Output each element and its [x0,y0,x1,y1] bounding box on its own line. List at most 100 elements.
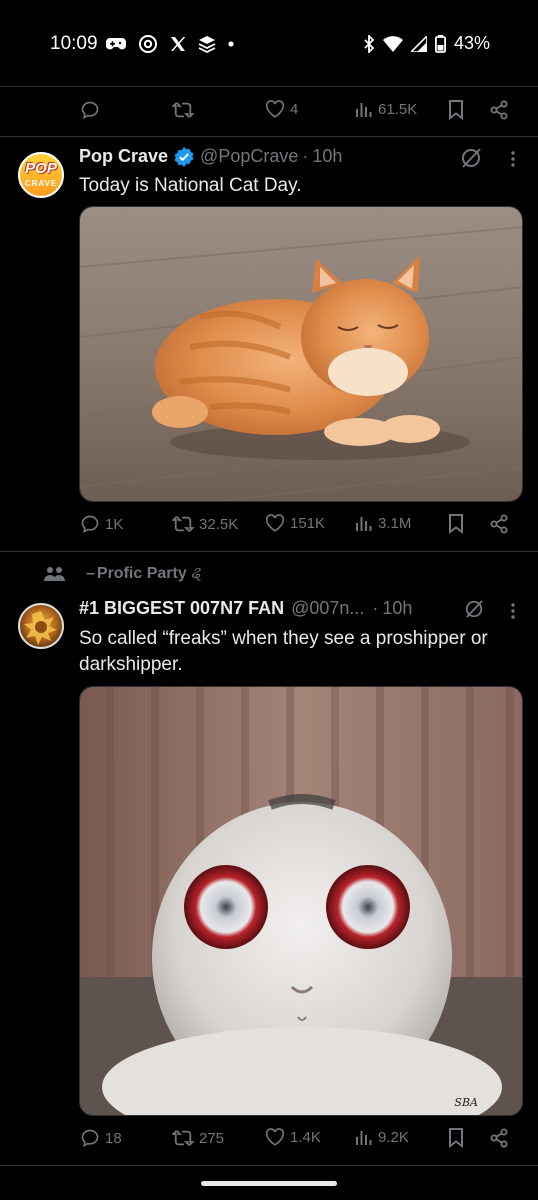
reply-count: 18 [105,1129,122,1147]
bookmark-button[interactable] [448,100,464,120]
divider [0,86,538,87]
grok-icon[interactable] [460,147,482,169]
avatar-007n7-fan[interactable] [18,603,64,649]
like-button[interactable]: 4 [265,100,298,118]
gamepad-icon [106,38,126,50]
repost-icon [172,516,194,532]
threads-icon [139,35,157,53]
previous-tweet-actions: 4 61.5K [0,94,538,130]
more-options-icon[interactable] [510,150,516,168]
like-button[interactable]: 151K [265,514,325,532]
tweet-media-cat-photo[interactable] [79,206,523,502]
bluetooth-icon [364,34,375,53]
reply-button[interactable]: 1K [80,514,123,534]
heart-icon [265,514,285,532]
bookmark-icon [449,100,463,120]
grok-icon[interactable] [464,599,484,619]
status-notification-icons [106,34,234,54]
white-cat-image [80,687,522,1115]
divider [0,551,538,552]
repost-icon [172,102,194,118]
avatar-logo-bottom: CRAVE [24,179,58,188]
repost-button[interactable] [172,100,194,120]
avatar-art-icon [24,611,57,645]
status-system-icons: 43% [363,33,490,54]
battery-icon [434,34,446,53]
avatar-pop-crave[interactable]: POP CRAVE [18,152,64,198]
tweet-actions: 18 275 1.4K 9.2K [0,1122,538,1158]
tweet-text: So called “freaks” when they see a prosh… [79,628,488,675]
views-icon [356,103,372,117]
image-signature: SBA [454,1096,478,1109]
views-icon [356,517,372,531]
reply-count: 1K [105,515,124,533]
reply-icon [81,515,99,534]
views-count: 3.1M [378,514,412,532]
status-bar: 10:09 43% [0,0,538,86]
views-count: 61.5K [378,100,418,118]
tweet-media-white-cat-photo[interactable]: SBA [79,686,523,1116]
signal-icon [410,35,427,52]
views-button[interactable]: 61.5K [355,100,417,118]
app-icon [198,36,216,53]
like-count: 1.4K [290,1128,321,1146]
like-count: 151K [290,514,326,532]
share-icon [490,1128,508,1148]
reposted-by-suffix: ୡ [190,565,202,582]
tweet-header: #1 BIGGEST 007N7 FAN @007n... · 10h [79,598,412,619]
views-icon [356,1131,372,1145]
divider [0,1165,538,1166]
community-icon [44,567,65,581]
reposted-by-line[interactable]: – Profic Party ୡ [44,565,202,583]
reply-icon [81,1129,99,1148]
share-button[interactable] [489,100,509,120]
tweet-time: 10h [312,146,343,166]
repost-button[interactable]: 275 [172,1128,224,1148]
status-time: 10:09 [50,33,98,54]
views-count: 9.2K [378,1128,409,1146]
tweet-header: Pop Crave @PopCrave · 10h [79,146,342,167]
x-logo-icon [171,37,186,51]
share-icon [490,100,508,120]
like-button[interactable]: 1.4K [265,1128,321,1146]
divider [0,136,538,137]
author-name[interactable]: Pop Crave [79,146,168,167]
heart-icon [265,100,285,118]
repost-count: 275 [199,1129,225,1147]
dot-separator: · [372,598,379,618]
like-count: 4 [290,100,299,118]
heart-icon [265,1128,285,1146]
dot-icon [228,41,234,47]
verified-badge-icon [174,146,194,167]
bookmark-button[interactable] [448,514,464,534]
reply-icon [81,101,99,120]
views-button[interactable]: 3.1M [355,514,411,532]
tweet-time: 10h [382,598,413,618]
reposted-by-name: Profic Party [96,565,187,582]
wifi-icon [382,35,403,52]
home-indicator[interactable] [201,1181,337,1186]
share-icon [490,514,508,534]
reply-button[interactable] [80,100,100,120]
orange-cat-image [80,207,522,501]
views-button[interactable]: 9.2K [355,1128,409,1146]
more-options-icon[interactable] [510,602,516,620]
share-button[interactable] [489,1128,509,1148]
author-name[interactable]: #1 BIGGEST 007N7 FAN [79,598,284,619]
bookmark-icon [449,1128,463,1148]
repost-button[interactable]: 32.5K [172,514,238,534]
bookmark-icon [449,514,463,534]
repost-icon [172,1130,194,1146]
tweet-actions: 1K 32.5K 151K 3.1M [0,508,538,544]
battery-percent: 43% [453,33,490,53]
repost-dash: – [86,565,95,582]
reply-button[interactable]: 18 [80,1128,122,1148]
bookmark-button[interactable] [448,1128,464,1148]
share-button[interactable] [489,514,509,534]
author-handle[interactable]: @007n... [291,598,364,619]
avatar-logo-top: POP [25,160,57,177]
author-handle[interactable]: @PopCrave [200,146,298,167]
tweet-text: Today is National Cat Day. [79,175,302,196]
dot-separator: · [302,146,309,166]
repost-count: 32.5K [199,515,239,533]
